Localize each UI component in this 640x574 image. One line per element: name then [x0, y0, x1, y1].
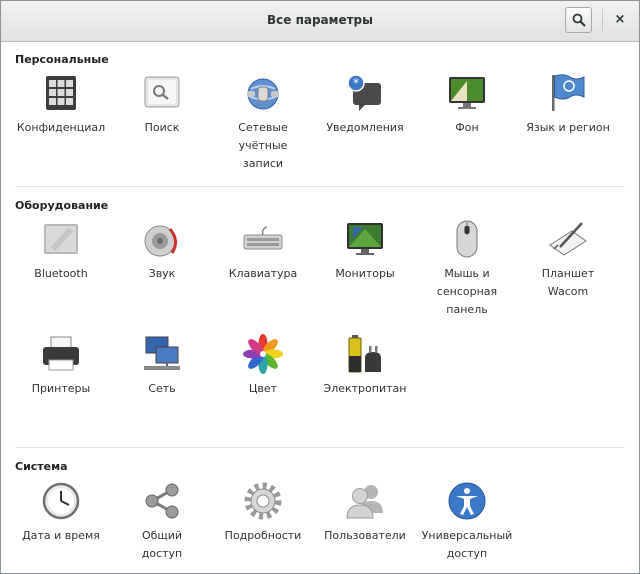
panel-online-accounts[interactable]: Сетевые учётные записи — [213, 73, 313, 173]
panel-privacy[interactable]: Конфиденциал — [11, 73, 111, 137]
panel-label: Bluetooth — [34, 267, 88, 280]
tablet-icon — [549, 222, 587, 256]
panel-label: Уведомления — [326, 121, 404, 134]
panel-label: Конфиденциал — [16, 121, 106, 134]
search-button[interactable] — [565, 7, 592, 33]
panel-printers[interactable]: Принтеры — [11, 334, 111, 398]
section-title-hardware: Оборудование — [15, 199, 109, 212]
panel-search[interactable]: Поиск — [112, 73, 212, 137]
search-icon — [572, 13, 586, 27]
details-gear-icon — [244, 482, 282, 520]
panel-wacom[interactable]: Планшет Wacom — [518, 219, 618, 301]
panel-accessibility[interactable]: Универсальный доступ — [417, 481, 517, 563]
panel-users[interactable]: Пользователи — [315, 481, 415, 545]
panel-sound[interactable]: Звук — [112, 219, 212, 283]
color-icon — [243, 334, 283, 374]
panel-label: Универсальный доступ — [421, 529, 513, 560]
panel-mouse[interactable]: Мышь и сенсорная панель — [417, 219, 517, 319]
search-settings-icon — [144, 76, 180, 108]
panel-details[interactable]: Подробности — [213, 481, 313, 545]
panel-color[interactable]: Цвет — [213, 334, 313, 398]
panel-region[interactable]: Язык и регион — [518, 73, 618, 137]
header-bar: Все параметры × — [1, 1, 639, 42]
network-icon — [144, 336, 180, 370]
panel-label: Мышь и сенсорная панель — [436, 267, 498, 316]
panel-bluetooth[interactable]: Bluetooth — [11, 219, 111, 283]
panel-power[interactable]: Электропитан — [315, 334, 415, 398]
clock-icon — [42, 482, 80, 520]
sound-icon — [144, 225, 177, 257]
panel-label: Мониторы — [335, 267, 395, 280]
panel-label: Пользователи — [324, 529, 406, 542]
panel-label: Цвет — [248, 382, 278, 395]
panel-label: Сетевые учётные записи — [238, 121, 288, 170]
section-title-system: Система — [15, 460, 68, 473]
panel-label: Принтеры — [31, 382, 91, 395]
panel-label: Сеть — [148, 382, 176, 395]
panel-keyboard[interactable]: Клавиатура — [213, 219, 313, 283]
svg-text:*: * — [353, 76, 359, 90]
panel-displays[interactable]: Мониторы — [315, 219, 415, 283]
region-flag-icon — [552, 74, 585, 111]
panel-notifications[interactable]: * Уведомления — [315, 73, 415, 137]
bluetooth-icon — [44, 224, 78, 254]
panel-label: Подробности — [224, 529, 302, 542]
panel-label: Клавиатура — [228, 267, 298, 280]
panel-label: Звук — [148, 267, 176, 280]
users-icon — [346, 485, 383, 519]
sharing-icon — [145, 483, 179, 519]
window-title: Все параметры — [267, 13, 373, 27]
panel-label: Дата и время — [22, 529, 100, 542]
mouse-icon — [456, 220, 478, 258]
settings-window: Все параметры × Персональные Конфиденциа… — [0, 0, 640, 574]
notifications-icon: * — [347, 74, 381, 111]
panel-label: Электропитан — [323, 382, 407, 395]
panel-label: Язык и регион — [526, 121, 610, 134]
power-icon — [348, 335, 381, 373]
panel-label: Фон — [455, 121, 479, 134]
panel-network[interactable]: Сеть — [112, 334, 212, 398]
panel-label: Общий доступ — [141, 529, 183, 560]
printer-icon — [43, 336, 79, 371]
panel-label: Планшет Wacom — [541, 267, 595, 298]
keyboard-icon — [243, 226, 283, 250]
panel-label: Поиск — [144, 121, 180, 134]
display-icon — [347, 223, 383, 255]
privacy-icon — [46, 76, 76, 110]
background-icon — [449, 77, 485, 109]
section-divider — [15, 447, 625, 448]
section-divider — [15, 186, 625, 187]
panel-sharing[interactable]: Общий доступ — [112, 481, 212, 563]
panel-background[interactable]: Фон — [417, 73, 517, 137]
section-title-personal: Персональные — [15, 53, 109, 66]
online-accounts-icon — [247, 78, 279, 110]
close-button[interactable]: × — [607, 7, 633, 33]
header-separator — [602, 9, 603, 33]
accessibility-icon — [448, 482, 486, 520]
panel-datetime[interactable]: Дата и время — [11, 481, 111, 545]
